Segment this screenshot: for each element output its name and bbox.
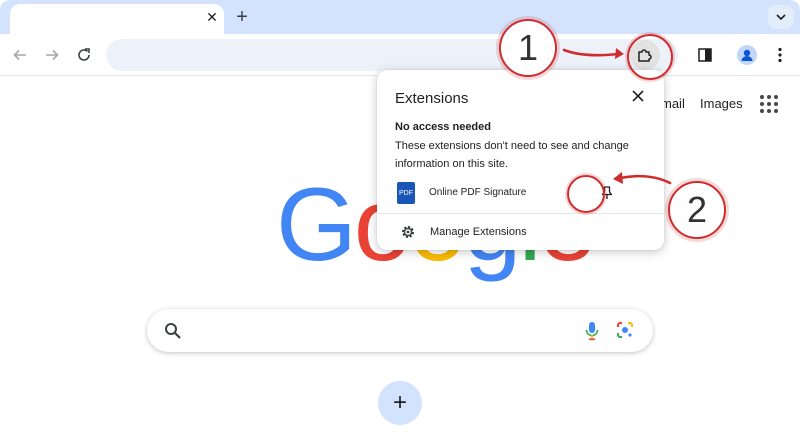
back-icon[interactable] [5, 40, 35, 70]
new-tab-button[interactable]: + [230, 5, 254, 29]
pdf-extension-icon: PDF [397, 182, 415, 204]
tab-close-icon[interactable]: ✕ [201, 6, 223, 28]
search-input[interactable] [195, 309, 575, 352]
close-icon[interactable] [628, 86, 648, 106]
profile-icon[interactable] [732, 40, 762, 70]
annotation-step-2: 2 [668, 181, 726, 239]
annotation-step-1: 1 [499, 19, 557, 77]
annotation-arrow-2 [613, 172, 672, 185]
tab-strip: ✕ + [0, 0, 800, 34]
search-icon [165, 323, 181, 339]
lens-icon[interactable] [616, 321, 634, 339]
popup-title: Extensions [395, 90, 469, 107]
gear-icon [402, 226, 414, 238]
logo-letter: G [276, 167, 357, 283]
more-icon[interactable] [765, 40, 795, 70]
forward-icon[interactable] [37, 40, 67, 70]
tab-active[interactable]: ✕ [10, 4, 224, 34]
extensions-popup: Extensions No access needed These extens… [377, 70, 664, 250]
apps-grid-icon[interactable] [760, 95, 778, 113]
add-shortcut-button[interactable]: + [378, 381, 422, 425]
search-box[interactable] [147, 309, 653, 352]
extension-name: Online PDF Signature [429, 187, 527, 198]
manage-extensions-label: Manage Extensions [430, 226, 527, 238]
reload-icon[interactable] [69, 40, 99, 70]
mic-icon[interactable] [585, 321, 599, 341]
annotation-highlight-pin [567, 175, 605, 213]
images-link[interactable]: Images [700, 96, 743, 111]
gmail-link[interactable]: mail [661, 96, 685, 111]
annotation-arrow-1 [562, 48, 624, 59]
divider [377, 213, 664, 214]
manage-extensions-button[interactable]: Manage Extensions [377, 218, 664, 246]
side-panel-icon[interactable] [690, 40, 720, 70]
tab-search-icon[interactable] [768, 5, 794, 29]
annotation-highlight-extensions [627, 34, 673, 80]
section-heading: No access needed [395, 121, 491, 133]
section-description: These extensions don't need to see and c… [395, 140, 629, 170]
